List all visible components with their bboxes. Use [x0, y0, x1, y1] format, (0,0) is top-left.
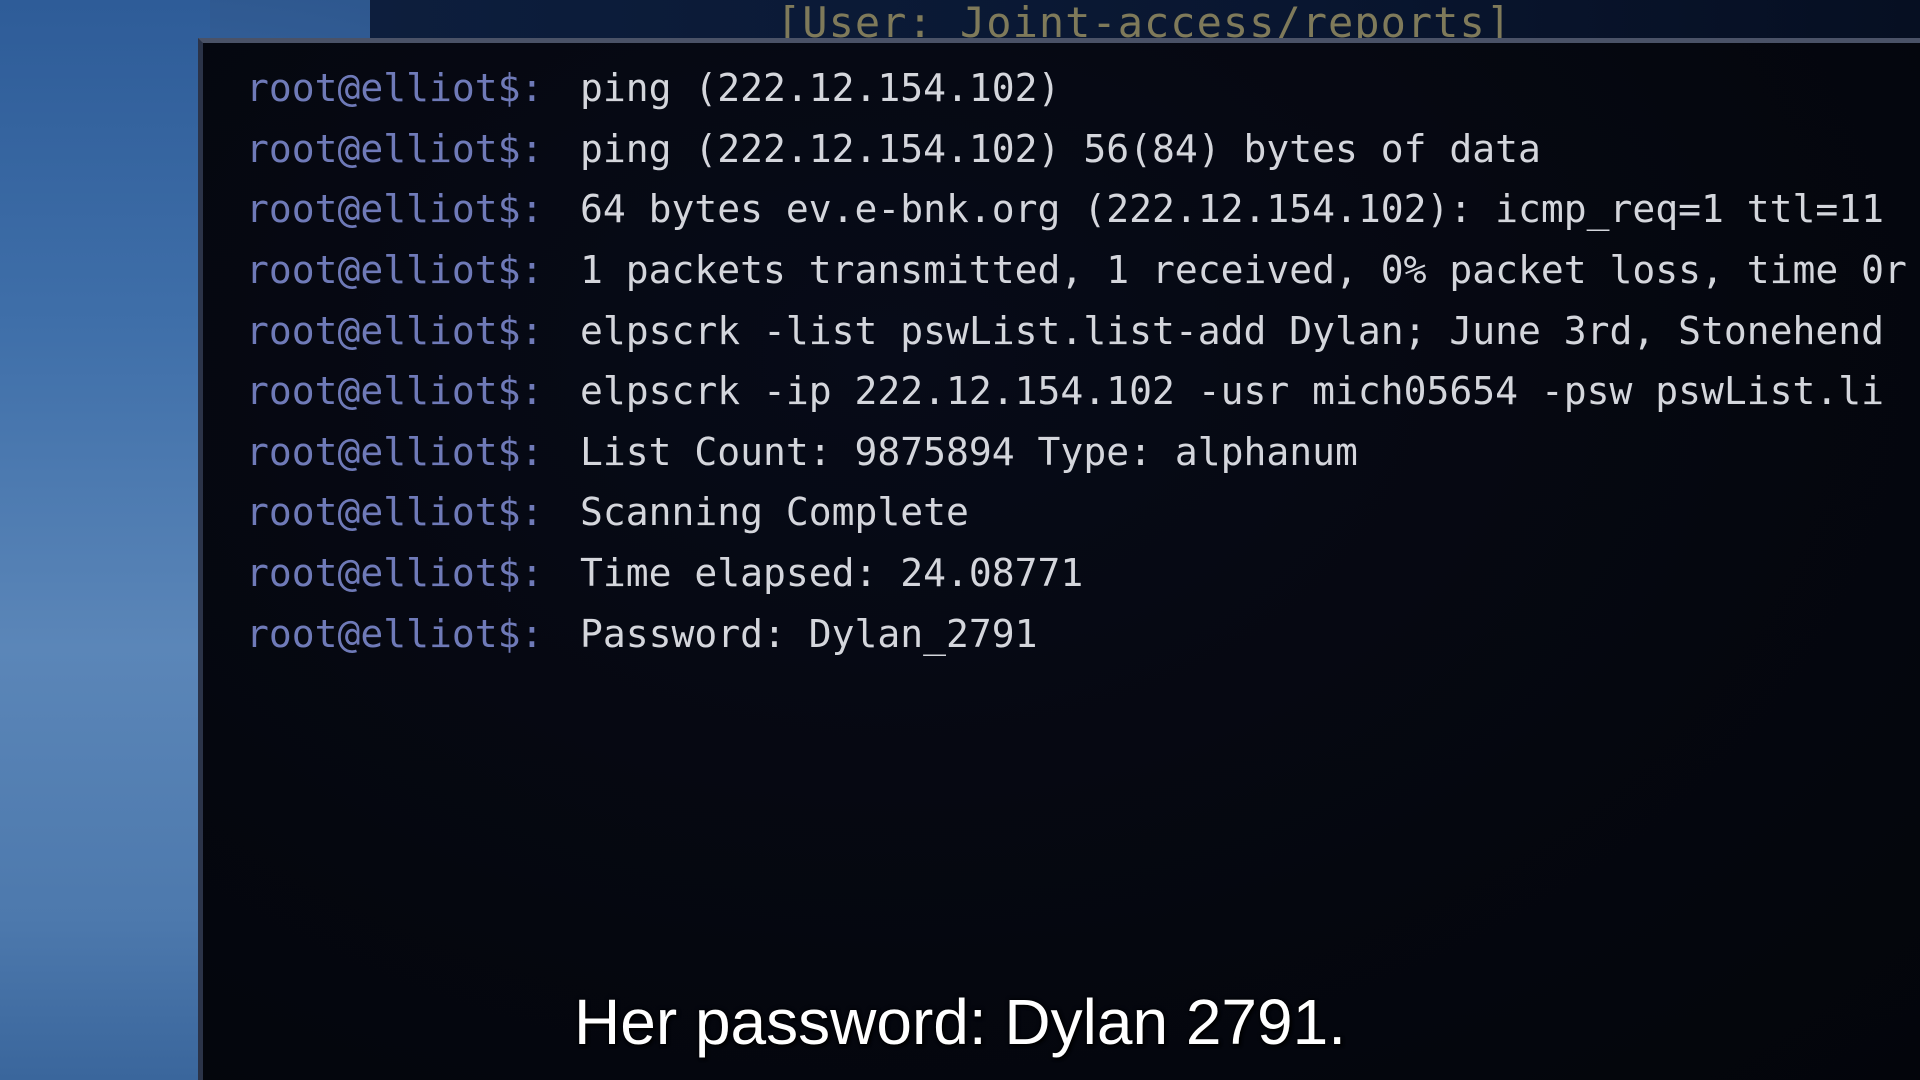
- terminal-prompt: root@elliot$:: [246, 248, 544, 293]
- terminal-prompt: root@elliot$:: [246, 490, 544, 535]
- terminal-line: root@elliot$: 1 packets transmitted, 1 r…: [246, 240, 1920, 301]
- terminal-line-text: elpscrk -ip 222.12.154.102 -usr mich0565…: [580, 369, 1885, 414]
- desktop-background: [0, 0, 210, 1080]
- terminal-line-text: elpscrk -list pswList.list-add Dylan; Ju…: [580, 308, 1885, 353]
- terminal-prompt: root@elliot$:: [246, 369, 544, 414]
- terminal-prompt: root@elliot$:: [246, 611, 544, 656]
- terminal-line-text: Password: Dylan_2791: [580, 611, 1038, 656]
- terminal-line: root@elliot$: ping (222.12.154.102) 56(8…: [246, 119, 1920, 180]
- terminal-line-text: ping (222.12.154.102) 56(84) bytes of da…: [580, 126, 1541, 171]
- terminal-line-text: Time elapsed: 24.08771: [580, 551, 1084, 596]
- terminal-prompt: root@elliot$:: [246, 187, 544, 232]
- terminal-prompt: root@elliot$:: [246, 308, 544, 353]
- terminal-line-text: ping (222.12.154.102): [580, 66, 1061, 111]
- terminal-line: root@elliot$: Time elapsed: 24.08771: [246, 543, 1920, 604]
- terminal-line-text: 64 bytes ev.e-bnk.org (222.12.154.102): …: [580, 187, 1885, 232]
- terminal-output: root@elliot$: ping (222.12.154.102) root…: [246, 58, 1920, 664]
- terminal-prompt: root@elliot$:: [246, 429, 544, 474]
- terminal-prompt: root@elliot$:: [246, 551, 544, 596]
- terminal-prompt: root@elliot$:: [246, 66, 544, 111]
- terminal-line: root@elliot$: List Count: 9875894 Type: …: [246, 422, 1920, 483]
- terminal-line-text: List Count: 9875894 Type: alphanum: [580, 429, 1358, 474]
- terminal-line: root@elliot$: elpscrk -ip 222.12.154.102…: [246, 361, 1920, 422]
- screen: [User: Joint-access/reports] root@elliot…: [0, 0, 1920, 1080]
- terminal-line-text: Scanning Complete: [580, 490, 969, 535]
- terminal-line: root@elliot$: elpscrk -list pswList.list…: [246, 300, 1920, 361]
- terminal-line: root@elliot$: 64 bytes ev.e-bnk.org (222…: [246, 179, 1920, 240]
- terminal-prompt: root@elliot$:: [246, 126, 544, 171]
- terminal-line: root@elliot$: Password: Dylan_2791: [246, 603, 1920, 664]
- subtitle-caption: Her password: Dylan 2791.: [574, 986, 1346, 1058]
- terminal-line: root@elliot$: ping (222.12.154.102): [246, 58, 1920, 119]
- terminal-line-text: 1 packets transmitted, 1 received, 0% pa…: [580, 248, 1907, 293]
- terminal-line: root@elliot$: Scanning Complete: [246, 482, 1920, 543]
